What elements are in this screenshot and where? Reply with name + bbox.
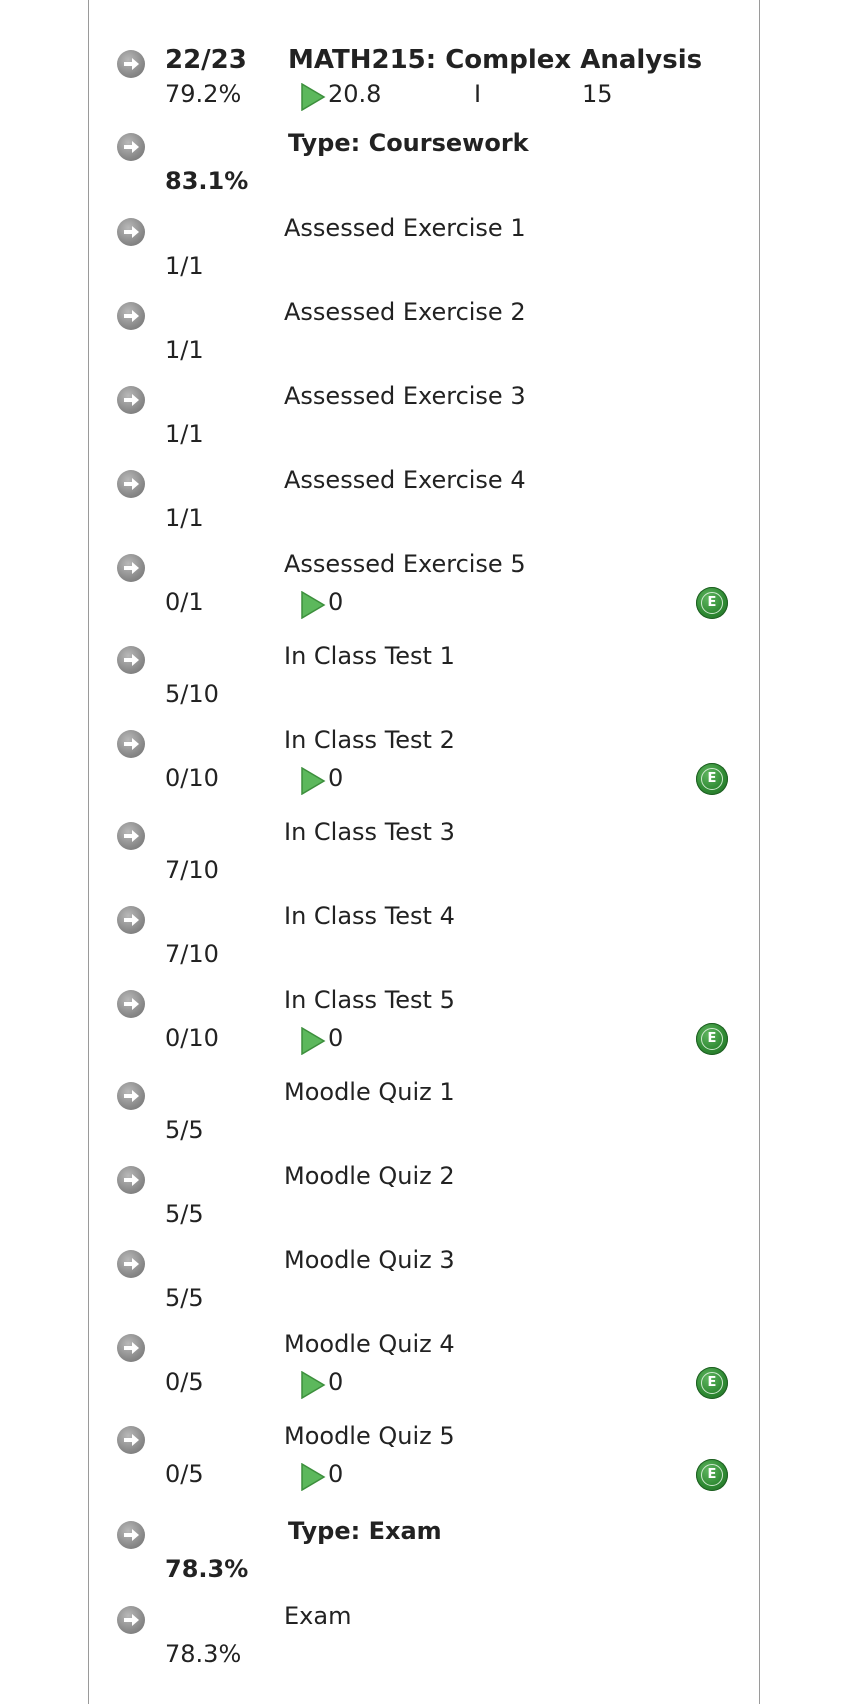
expand-arrow-icon[interactable] (117, 906, 145, 934)
assessment-score: 0/10 (165, 1024, 219, 1052)
assessment-score: 0/5 (165, 1368, 204, 1396)
assessment-score: 5/10 (165, 680, 219, 708)
type-percent: 83.1% (165, 167, 249, 195)
assessment-score: 5/5 (165, 1116, 204, 1144)
assessment-name: Moodle Quiz 4 (284, 1330, 455, 1358)
assessment-score: 0/1 (165, 588, 204, 616)
extension-badge-letter: E (701, 1028, 723, 1050)
assessment-play-value: 0 (328, 1460, 344, 1488)
module-credits: 15 (582, 80, 613, 108)
expand-arrow-icon[interactable] (117, 1606, 145, 1634)
type-label: Type: Coursework (288, 129, 529, 157)
assessment-name: Assessed Exercise 2 (284, 298, 526, 326)
expand-arrow-icon[interactable] (117, 990, 145, 1018)
assessment-name: In Class Test 4 (284, 902, 455, 930)
play-icon[interactable] (300, 1463, 326, 1491)
assessment-score: 1/1 (165, 420, 204, 448)
module-title: MATH215: Complex Analysis (288, 45, 703, 75)
assessment-name: Moodle Quiz 5 (284, 1422, 455, 1450)
assessment-name: Assessed Exercise 3 (284, 382, 526, 410)
extension-badge-icon[interactable]: E (696, 1367, 728, 1399)
extension-badge-letter: E (701, 1372, 723, 1394)
extension-badge-letter: E (701, 592, 723, 614)
extension-badge-icon[interactable]: E (696, 1023, 728, 1055)
assessment-play-value: 0 (328, 588, 344, 616)
type-label: Type: Exam (288, 1517, 442, 1545)
assessment-play-value: 0 (328, 1024, 344, 1052)
expand-arrow-icon[interactable] (117, 646, 145, 674)
module-percent: 79.2% (165, 80, 242, 108)
extension-badge-letter: E (701, 768, 723, 790)
assessment-name: Assessed Exercise 5 (284, 550, 526, 578)
assessment-name: Moodle Quiz 2 (284, 1162, 455, 1190)
expand-arrow-icon[interactable] (117, 730, 145, 758)
expand-arrow-icon[interactable] (117, 386, 145, 414)
expand-arrow-icon[interactable] (117, 822, 145, 850)
extension-badge-letter: E (701, 1464, 723, 1486)
assessment-name: In Class Test 5 (284, 986, 455, 1014)
expand-arrow-icon[interactable] (117, 1426, 145, 1454)
assessment-score: 0/5 (165, 1460, 204, 1488)
assessment-score: 5/5 (165, 1284, 204, 1312)
assessment-score: 7/10 (165, 856, 219, 884)
play-icon[interactable] (300, 767, 326, 795)
type-percent: 78.3% (165, 1555, 249, 1583)
expand-arrow-icon[interactable] (117, 50, 145, 78)
assessment-score: 5/5 (165, 1200, 204, 1228)
extension-badge-icon[interactable]: E (696, 763, 728, 795)
play-icon[interactable] (300, 1371, 326, 1399)
play-icon[interactable] (300, 83, 326, 111)
assessment-name: Assessed Exercise 4 (284, 466, 526, 494)
module-play-value: 20.8 (328, 80, 382, 108)
expand-arrow-icon[interactable] (117, 1250, 145, 1278)
assessment-name: Moodle Quiz 3 (284, 1246, 455, 1274)
assessment-name: Moodle Quiz 1 (284, 1078, 455, 1106)
assessment-name: In Class Test 1 (284, 642, 455, 670)
assessment-play-value: 0 (328, 1368, 344, 1396)
expand-arrow-icon[interactable] (117, 218, 145, 246)
expand-arrow-icon[interactable] (117, 1521, 145, 1549)
expand-arrow-icon[interactable] (117, 554, 145, 582)
assessment-score: 0/10 (165, 764, 219, 792)
expand-arrow-icon[interactable] (117, 302, 145, 330)
assessment-name: In Class Test 3 (284, 818, 455, 846)
extension-badge-icon[interactable]: E (696, 587, 728, 619)
assessment-name: Assessed Exercise 1 (284, 214, 526, 242)
play-icon[interactable] (300, 1027, 326, 1055)
assessment-name: Exam (284, 1602, 352, 1630)
expand-arrow-icon[interactable] (117, 1166, 145, 1194)
expand-arrow-icon[interactable] (117, 470, 145, 498)
expand-arrow-icon[interactable] (117, 1082, 145, 1110)
module-score: 22/23 (165, 45, 247, 75)
extension-badge-icon[interactable]: E (696, 1459, 728, 1491)
assessment-play-value: 0 (328, 764, 344, 792)
expand-arrow-icon[interactable] (117, 133, 145, 161)
expand-arrow-icon[interactable] (117, 1334, 145, 1362)
assessment-score: 1/1 (165, 336, 204, 364)
assessment-score: 1/1 (165, 252, 204, 280)
module-level: I (474, 80, 482, 108)
assessment-name: In Class Test 2 (284, 726, 455, 754)
assessment-score: 7/10 (165, 940, 219, 968)
assessment-score: 78.3% (165, 1640, 242, 1668)
play-icon[interactable] (300, 591, 326, 619)
assessment-score: 1/1 (165, 504, 204, 532)
